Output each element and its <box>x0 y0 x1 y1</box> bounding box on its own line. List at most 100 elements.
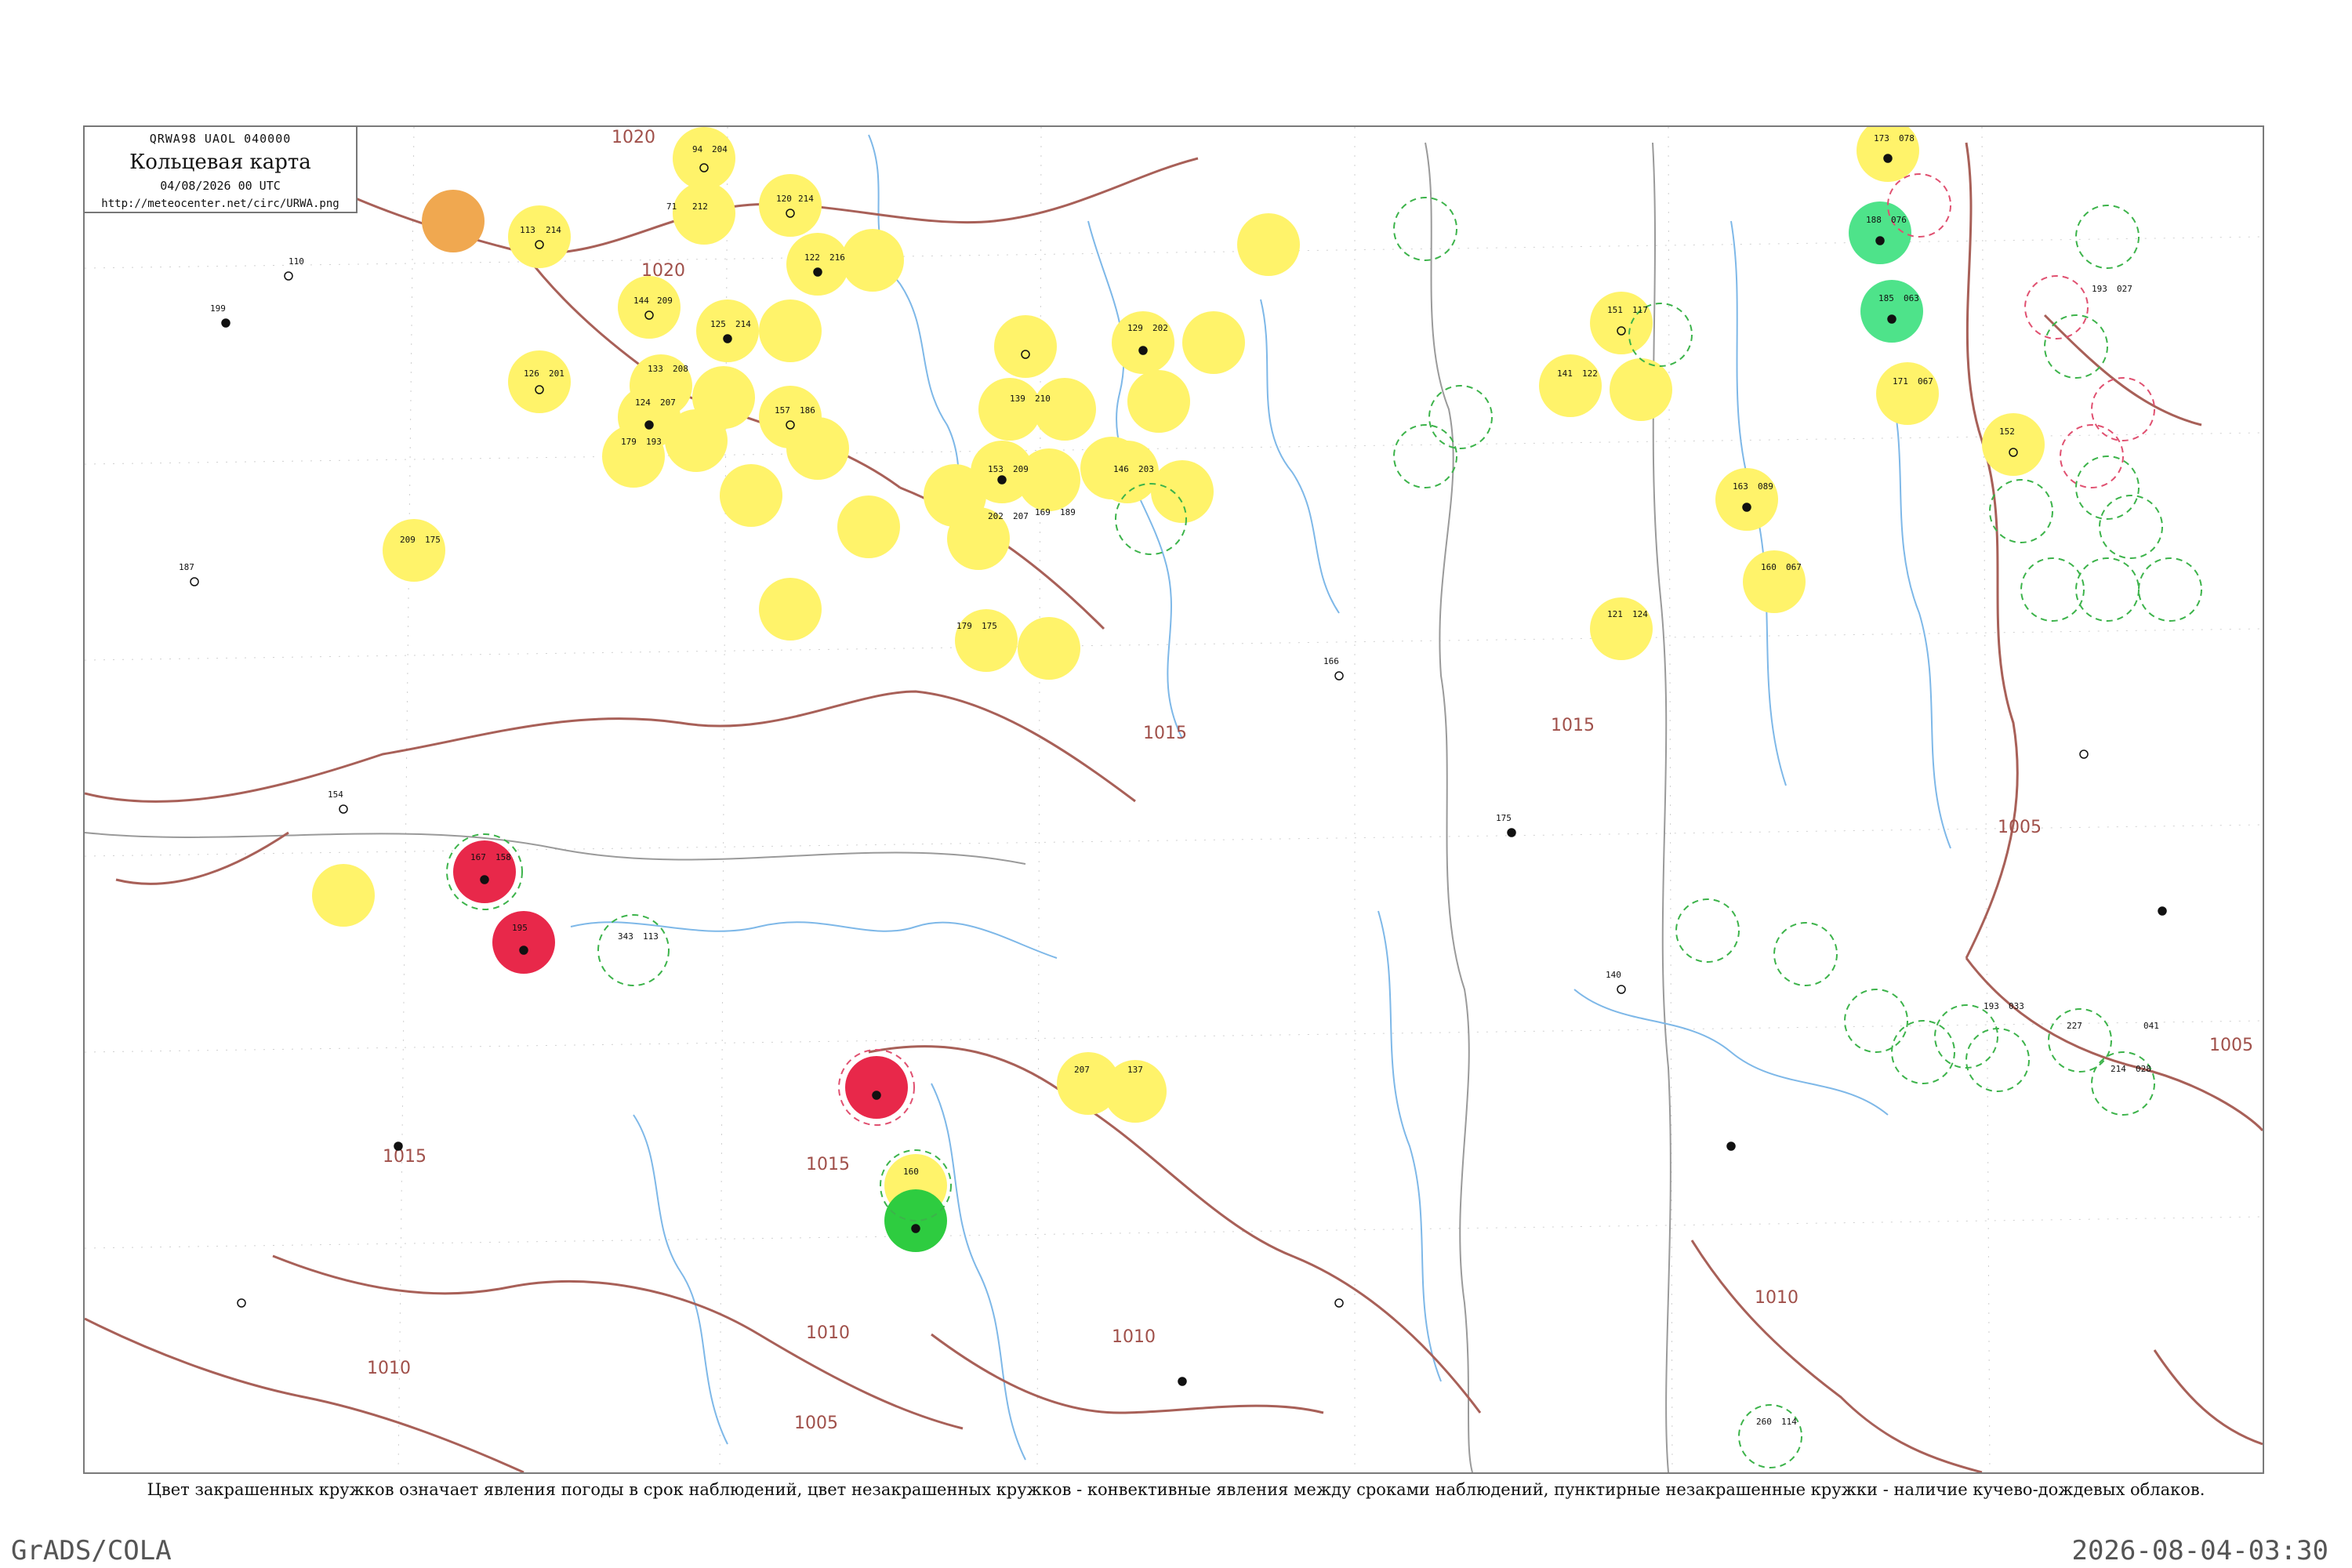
station-value: 199 <box>210 303 226 314</box>
station-value: 154 <box>328 789 343 800</box>
station-value: 189 <box>1060 507 1076 517</box>
station-value: 144 <box>633 296 649 306</box>
isobar-label: 1015 <box>1551 716 1595 735</box>
isobar-label: 1010 <box>1112 1327 1156 1347</box>
station-value: 195 <box>512 923 528 933</box>
station-value: 146 <box>1113 464 1129 474</box>
station-value: 188 <box>1866 215 1882 225</box>
station-value: 151 <box>1607 305 1623 315</box>
lat-lon-grid <box>85 127 2263 1472</box>
station-value: 207 <box>660 397 676 408</box>
station-value: 139 <box>1010 394 1025 404</box>
station-value: 063 <box>1904 293 1919 303</box>
station-value: 125 <box>710 319 726 329</box>
bulletin-code: QRWA98 UAOL 040000 <box>149 132 292 146</box>
station-value: 110 <box>289 256 304 267</box>
station-value: 113 <box>643 931 659 942</box>
source-url[interactable]: http://meteocenter.net/circ/URWA.png <box>85 198 356 210</box>
map-date: 04/08/2026 00 UTC <box>160 179 281 193</box>
station-value: 260 <box>1756 1417 1772 1427</box>
station-plots <box>190 154 2167 1386</box>
station-value: 121 <box>1607 609 1623 619</box>
station-value: 122 <box>1582 368 1598 379</box>
station-value: 117 <box>1632 305 1648 315</box>
station-value: 227 <box>2067 1021 2082 1031</box>
station-value: 152 <box>1999 426 2015 437</box>
station-value: 209 <box>400 535 416 545</box>
isobar-label: 1015 <box>806 1155 850 1174</box>
station-value: 214 <box>546 225 561 235</box>
station-value: 167 <box>470 852 486 862</box>
isobar-label: 1005 <box>1998 818 2042 837</box>
station-value: 186 <box>800 405 815 416</box>
isobar-label: 1010 <box>806 1323 850 1343</box>
station-value: 71 <box>666 201 677 212</box>
station-value: 209 <box>1013 464 1029 474</box>
station-value: 169 <box>1035 507 1051 517</box>
station-value: 193 <box>2092 284 2107 294</box>
station-value: 207 <box>1013 511 1029 521</box>
render-timestamp: 2026-08-04-03:30 <box>2071 1535 2328 1566</box>
station-value: 157 <box>775 405 790 416</box>
station-value: 089 <box>1758 481 1773 492</box>
isobar-label: 1015 <box>1143 724 1187 743</box>
station-value: 033 <box>2009 1001 2024 1011</box>
station-value: 175 <box>982 621 997 631</box>
station-value: 163 <box>1733 481 1748 492</box>
station-value: 175 <box>425 535 441 545</box>
station-value: 202 <box>1152 323 1168 333</box>
station-value: 204 <box>712 144 728 154</box>
station-value: 124 <box>1632 609 1648 619</box>
station-value: 214 <box>2111 1064 2126 1074</box>
station-value: 214 <box>798 194 814 204</box>
station-value: 166 <box>1323 656 1339 666</box>
station-value: 173 <box>1874 133 1889 143</box>
isobar-label: 1010 <box>367 1359 411 1378</box>
map-canvas: 1020 1020 1020 1015 1015 1015 1015 1010 … <box>85 127 2263 1472</box>
station-value: 126 <box>524 368 539 379</box>
map-title-box: QRWA98 UAOL 040000 Кольцевая карта 04/08… <box>83 125 358 213</box>
station-value: 203 <box>1138 464 1154 474</box>
station-value: 076 <box>1891 215 1907 225</box>
station-value: 214 <box>735 319 751 329</box>
isobar-label: 1015 <box>383 1147 426 1167</box>
station-value: 201 <box>549 368 564 379</box>
station-value: 209 <box>657 296 673 306</box>
station-value: 133 <box>648 364 663 374</box>
station-value: 202 <box>988 511 1004 521</box>
station-value: 078 <box>1899 133 1915 143</box>
station-value: 041 <box>2143 1021 2159 1031</box>
station-value: 193 <box>1984 1001 1999 1011</box>
station-value: 185 <box>1878 293 1894 303</box>
station-value: 210 <box>1035 394 1051 404</box>
station-value: 129 <box>1127 323 1143 333</box>
legend-caption: Цвет закрашенных кружков означает явлени… <box>147 1480 2205 1499</box>
station-value: 153 <box>988 464 1004 474</box>
station-value: 212 <box>692 201 708 212</box>
map-frame: 1020 1020 1020 1015 1015 1015 1015 1010 … <box>83 125 2264 1474</box>
station-value: 343 <box>618 931 633 942</box>
station-value: 171 <box>1893 376 1908 387</box>
station-value: 187 <box>179 562 194 572</box>
station-value: 94 <box>692 144 703 154</box>
station-value: 137 <box>1127 1065 1143 1075</box>
station-value: 114 <box>1781 1417 1797 1427</box>
isobar-label: 1010 <box>1755 1288 1798 1308</box>
station-value: 141 <box>1557 368 1573 379</box>
station-value: 208 <box>673 364 688 374</box>
station-value: 179 <box>621 437 637 447</box>
isobar-label: 1005 <box>2209 1036 2253 1055</box>
station-value: 113 <box>520 225 535 235</box>
station-value: 122 <box>804 252 820 263</box>
station-value: 216 <box>829 252 845 263</box>
station-value: 027 <box>2117 284 2132 294</box>
isobar-label: 1020 <box>612 128 655 147</box>
station-value: 193 <box>646 437 662 447</box>
station-value: 124 <box>635 397 651 408</box>
map-title: Кольцевая карта <box>129 151 311 174</box>
station-value: 179 <box>956 621 972 631</box>
station-value: 158 <box>495 852 511 862</box>
software-label: GrADS/COLA <box>11 1535 172 1566</box>
station-value: 160 <box>903 1167 919 1177</box>
station-value: 067 <box>1918 376 1933 387</box>
